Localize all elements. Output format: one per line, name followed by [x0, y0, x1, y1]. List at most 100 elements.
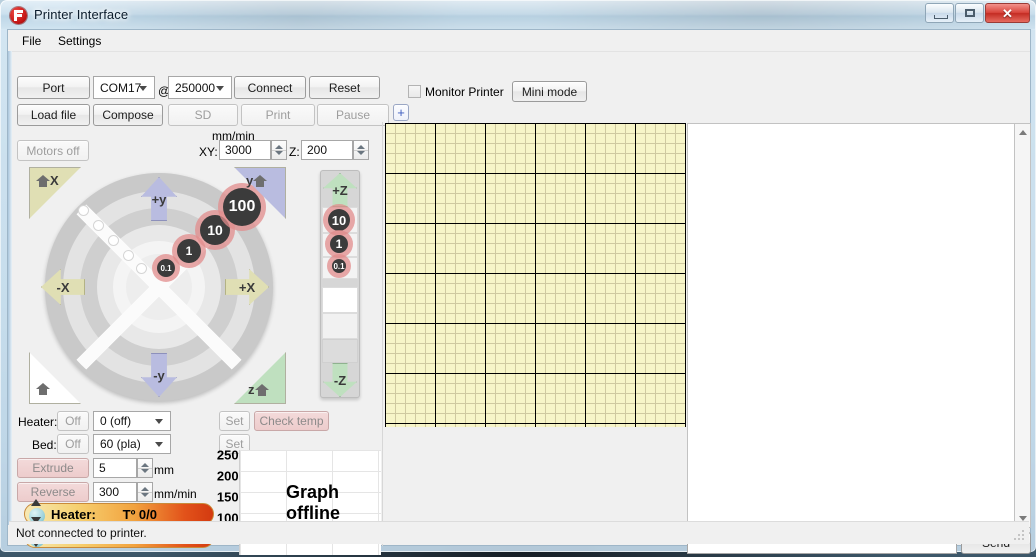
- extrude-amount-stepper[interactable]: [137, 458, 153, 478]
- status-bar: Not connected to printer.: [9, 521, 1029, 544]
- jog-minus-x-label: -X: [56, 279, 70, 295]
- home-z-button[interactable]: z: [234, 352, 286, 404]
- graph-offline-message: Graph offline: [286, 481, 340, 523]
- heater-status-name: Heater:: [51, 506, 96, 522]
- jog-bead: [108, 235, 119, 246]
- window-frame: File Settings Port COM17 @ 250000 Connec…: [0, 29, 1036, 555]
- panel-divider: [382, 122, 383, 546]
- jog-bead: [93, 220, 104, 231]
- reverse-rate-input[interactable]: 300: [93, 482, 137, 502]
- home-all-button[interactable]: [29, 352, 81, 404]
- jog-bead: [123, 250, 134, 261]
- jog-plus-x-label: +X: [238, 279, 256, 295]
- port-select[interactable]: COM17: [93, 76, 155, 99]
- window-title: Printer Interface: [34, 7, 129, 22]
- xy-jog-control[interactable]: 0.1 1 10 100 +y -y -X +X X y z: [25, 163, 290, 408]
- heater-off-button[interactable]: Off: [57, 411, 89, 431]
- bed-grid-view[interactable]: [385, 123, 686, 427]
- xy-speed-stepper[interactable]: [271, 140, 287, 160]
- bed-label: Bed:: [32, 438, 57, 452]
- extrude-amount-input[interactable]: 5: [93, 458, 137, 478]
- extrude-unit-label: mm: [154, 463, 174, 477]
- jog-plus-x-button[interactable]: +X: [225, 269, 269, 305]
- heater-status-value: Tº 0/0: [122, 506, 157, 522]
- chevron-down-icon: [139, 85, 147, 91]
- xy-speed-input[interactable]: 3000: [219, 140, 271, 160]
- graph-ytick-200: 200: [216, 468, 239, 484]
- chevron-down-icon: [155, 442, 163, 447]
- xy-step-10[interactable]: 10: [200, 215, 230, 245]
- xy-speed-label: XY:: [199, 145, 218, 159]
- z-step-0.1[interactable]: 0.1: [332, 259, 346, 273]
- sd-button[interactable]: SD: [168, 104, 238, 126]
- z-blank-cell-2[interactable]: [322, 313, 358, 339]
- close-button[interactable]: ✕: [985, 3, 1030, 23]
- bed-preset-select[interactable]: 60 (pla): [93, 434, 171, 454]
- mini-mode-button[interactable]: Mini mode: [512, 81, 587, 102]
- monitor-printer-checkbox[interactable]: [408, 85, 421, 98]
- chevron-down-icon: [216, 85, 224, 91]
- check-temp-button[interactable]: Check temp: [254, 411, 329, 431]
- menu-item-settings[interactable]: Settings: [52, 33, 107, 49]
- pause-button[interactable]: Pause: [317, 104, 389, 126]
- console-scrollbar[interactable]: [1014, 123, 1031, 528]
- jog-minus-x-button[interactable]: -X: [41, 269, 85, 305]
- reverse-unit-label: mm/min: [154, 487, 197, 501]
- extrude-button[interactable]: Extrude: [17, 458, 89, 478]
- jog-bead: [136, 263, 147, 274]
- bed-off-button[interactable]: Off: [57, 434, 89, 454]
- scroll-up-icon[interactable]: [1019, 130, 1027, 135]
- heater-preset-value: 0 (off): [100, 414, 132, 428]
- add-tab-button[interactable]: +: [393, 104, 409, 121]
- home-y-button[interactable]: y: [234, 167, 286, 219]
- title-bar: Printer Interface ✕: [0, 0, 1036, 30]
- heater-preset-select[interactable]: 0 (off): [93, 411, 171, 431]
- monitor-printer-label: Monitor Printer: [425, 85, 504, 99]
- home-x-button[interactable]: X: [29, 167, 81, 219]
- z-step-10[interactable]: 10: [328, 209, 350, 231]
- heater-label: Heater:: [18, 415, 58, 429]
- port-select-value: COM17: [100, 80, 142, 95]
- home-y-label: y: [246, 173, 254, 188]
- reverse-button[interactable]: Reverse: [17, 482, 89, 502]
- console-log-pane[interactable]: [687, 123, 1015, 528]
- left-panel-edge: [8, 51, 12, 525]
- motors-off-button[interactable]: Motors off: [17, 140, 89, 161]
- z-step-1[interactable]: 1: [330, 235, 348, 253]
- load-file-button[interactable]: Load file: [17, 104, 90, 126]
- xy-step-1[interactable]: 1: [177, 239, 201, 263]
- z-speed-label: Z:: [289, 145, 300, 159]
- port-button[interactable]: Port: [17, 76, 90, 99]
- xy-step-0.1[interactable]: 0.1: [157, 259, 175, 277]
- z-speed-stepper[interactable]: [353, 140, 369, 160]
- jog-minus-y-button[interactable]: -y: [141, 353, 177, 397]
- minimize-button[interactable]: [925, 3, 954, 23]
- connect-button[interactable]: Connect: [234, 76, 306, 99]
- jog-minus-y-label: -y: [153, 367, 165, 383]
- baud-select[interactable]: 250000: [168, 76, 232, 99]
- menu-bar: File Settings: [8, 30, 1030, 52]
- graph-ytick-250: 250: [216, 447, 239, 463]
- home-icon: [253, 175, 268, 187]
- heater-set-button[interactable]: Set: [219, 411, 250, 431]
- maximize-button[interactable]: [955, 3, 984, 23]
- z-minus-button[interactable]: -Z: [323, 363, 357, 397]
- compose-button[interactable]: Compose: [93, 104, 163, 126]
- z-blank-cell-1[interactable]: [322, 287, 358, 313]
- reverse-rate-stepper[interactable]: [137, 482, 153, 502]
- menu-item-file[interactable]: File: [16, 33, 47, 49]
- close-icon: ✕: [1002, 6, 1013, 21]
- z-plus-button[interactable]: +Z: [323, 173, 357, 207]
- baud-select-value: 250000: [175, 80, 216, 95]
- resize-grip-icon[interactable]: [1013, 529, 1025, 541]
- jog-plus-y-button[interactable]: +y: [141, 177, 177, 221]
- z-blank-cell-3[interactable]: [322, 339, 358, 363]
- graph-ytick-150: 150: [216, 489, 239, 505]
- home-icon: [36, 175, 50, 187]
- home-x-label: X: [50, 173, 59, 188]
- z-speed-input[interactable]: 200: [301, 140, 353, 160]
- reset-button[interactable]: Reset: [309, 76, 380, 99]
- print-button[interactable]: Print: [241, 104, 315, 126]
- status-message: Not connected to printer.: [16, 526, 147, 540]
- z-jog-control[interactable]: +Z -Z 10 1 0.1: [320, 170, 360, 398]
